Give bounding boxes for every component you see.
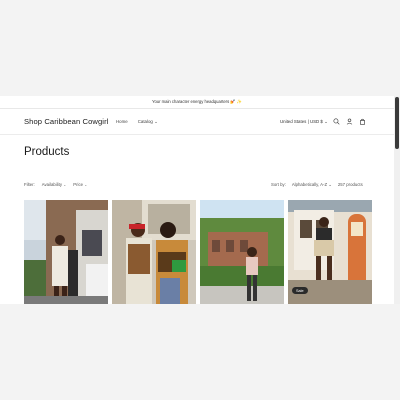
cart-icon[interactable] bbox=[359, 118, 366, 125]
filter-bar: Filter: Availability ⌄ Price ⌄ bbox=[24, 182, 87, 187]
sort-select[interactable]: Alphabetically, A-Z ⌄ bbox=[292, 182, 332, 188]
product-card[interactable] bbox=[24, 200, 108, 304]
storefront-page: Your main character energy headquarters … bbox=[0, 96, 400, 304]
product-count: 257 products bbox=[337, 182, 363, 187]
product-image bbox=[24, 200, 108, 304]
search-icon[interactable] bbox=[333, 118, 340, 125]
sort-value: Alphabetically, A-Z bbox=[291, 182, 328, 187]
product-image bbox=[200, 200, 284, 304]
site-header: Shop Caribbean Cowgirl Home Catalog ⌄ Un… bbox=[0, 109, 394, 135]
product-grid: Sale bbox=[24, 200, 372, 304]
filter-availability[interactable]: Availability ⌄ bbox=[42, 182, 66, 187]
sort-label: Sort by: bbox=[271, 182, 286, 187]
sort-bar: Sort by: Alphabetically, A-Z ⌄ 257 produ… bbox=[271, 182, 363, 188]
sale-badge: Sale bbox=[292, 287, 308, 294]
nav-home[interactable]: Home bbox=[116, 119, 128, 125]
store-logo[interactable]: Shop Caribbean Cowgirl bbox=[24, 117, 109, 126]
announcement-bar: Your main character energy headquarters … bbox=[0, 96, 394, 109]
product-card[interactable] bbox=[200, 200, 284, 304]
scrollbar[interactable] bbox=[394, 96, 400, 304]
chevron-down-icon: ⌄ bbox=[84, 183, 88, 187]
chevron-down-icon: ⌄ bbox=[63, 183, 67, 187]
nav-catalog[interactable]: Catalog ⌄ bbox=[138, 119, 158, 125]
product-card[interactable]: Sale bbox=[288, 200, 372, 304]
filter-availability-label: Availability bbox=[41, 182, 62, 187]
main-nav: Home Catalog ⌄ bbox=[116, 119, 158, 125]
account-icon[interactable] bbox=[346, 118, 353, 125]
country-currency-selector[interactable]: United States | USD $ ⌄ bbox=[280, 119, 328, 125]
filter-price-label: Price bbox=[73, 182, 83, 187]
chevron-down-icon: ⌄ bbox=[328, 182, 332, 187]
scrollbar-thumb[interactable] bbox=[395, 97, 399, 149]
header-icons bbox=[333, 118, 366, 125]
product-card[interactable] bbox=[112, 200, 196, 304]
filter-label: Filter: bbox=[24, 182, 35, 187]
product-image bbox=[112, 200, 196, 304]
filter-price[interactable]: Price ⌄ bbox=[73, 182, 87, 187]
collection-title: Products bbox=[24, 146, 70, 158]
announcement-text: Your main character energy headquarters … bbox=[152, 99, 242, 104]
